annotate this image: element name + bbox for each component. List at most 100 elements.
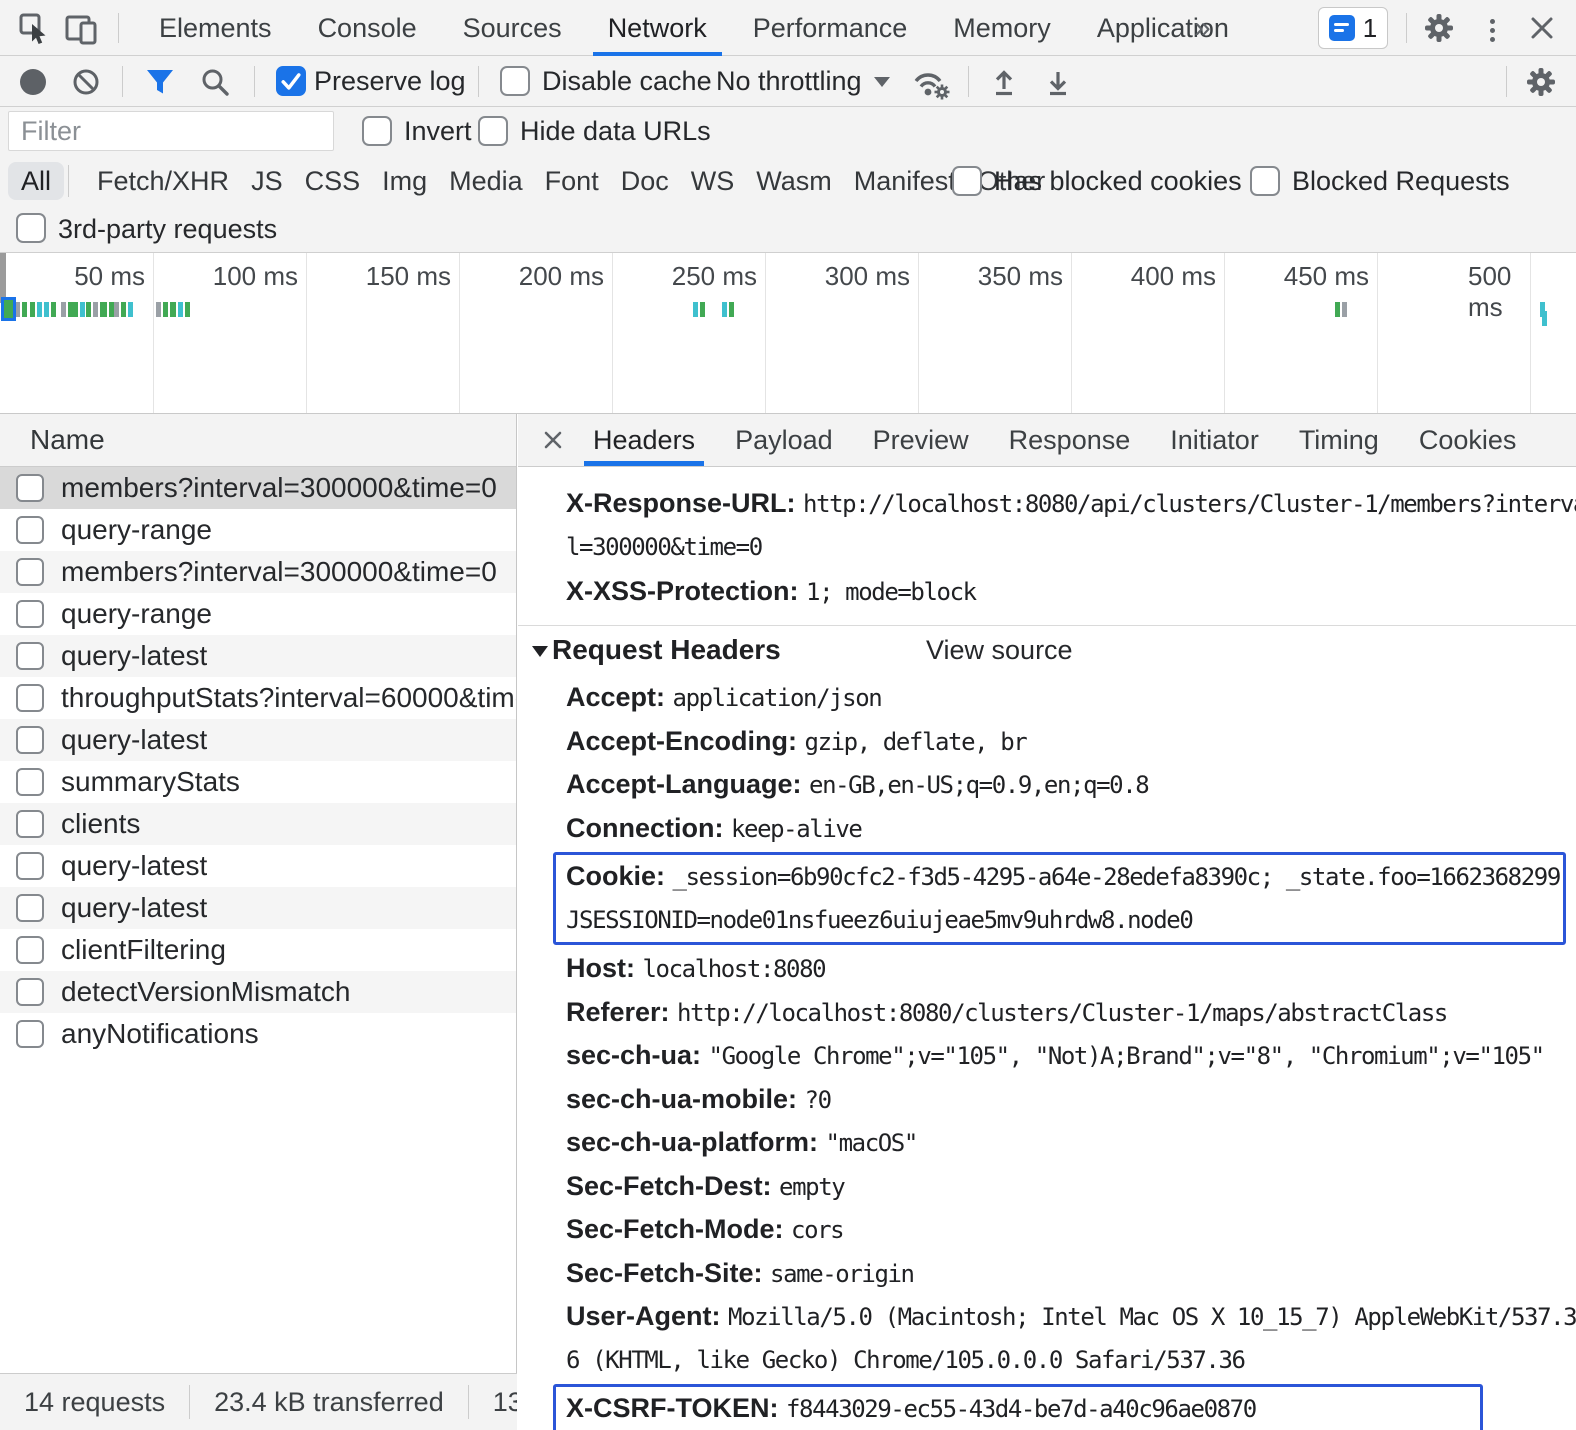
type-filter[interactable]: Fetch/XHR [86, 166, 240, 197]
table-row[interactable]: throughputStats?interval=60000&time=0 [0, 677, 516, 719]
timeline-handle[interactable] [0, 253, 6, 303]
column-header-name[interactable]: Name [0, 414, 516, 467]
third-party-checkbox[interactable] [16, 213, 46, 243]
detail-tab[interactable]: Timing [1286, 414, 1392, 466]
request-blip [102, 302, 107, 317]
clear-icon[interactable] [72, 68, 100, 96]
table-row[interactable]: clientFiltering [0, 929, 516, 971]
throttling-select[interactable]: No throttling [716, 56, 862, 107]
main-tab[interactable]: Elements [136, 0, 295, 56]
third-party-label: 3rd-party requests [58, 205, 277, 253]
table-row[interactable]: query-latest [0, 845, 516, 887]
type-filter[interactable]: Font [534, 166, 610, 197]
row-checkbox[interactable] [16, 810, 44, 838]
table-row[interactable]: query-latest [0, 719, 516, 761]
settings-icon[interactable] [1422, 11, 1456, 45]
table-row[interactable]: anyNotifications [0, 1013, 516, 1055]
detail-tab[interactable]: Headers [580, 414, 708, 466]
row-checkbox[interactable] [16, 558, 44, 586]
table-row[interactable]: query-latest [0, 635, 516, 677]
table-row[interactable]: query-range [0, 593, 516, 635]
main-tab[interactable]: Console [295, 0, 440, 56]
headers-content: X-Response-URL: http://localhost:8080/ap… [518, 467, 1576, 1430]
type-filter[interactable]: Wasm [745, 166, 843, 197]
filter-input[interactable] [8, 111, 334, 151]
row-checkbox[interactable] [16, 852, 44, 880]
main-tab[interactable]: Memory [930, 0, 1074, 56]
table-row[interactable]: clients [0, 803, 516, 845]
header-name: Accept-Language: [566, 769, 809, 799]
more-tabs-icon[interactable]: » [1180, 0, 1225, 56]
row-checkbox[interactable] [16, 516, 44, 544]
row-checkbox[interactable] [16, 600, 44, 628]
section-caret-icon[interactable] [532, 646, 548, 657]
has-blocked-cookies-checkbox[interactable] [952, 166, 982, 196]
disable-cache-checkbox[interactable] [500, 66, 530, 96]
header-line: Sec-Fetch-Site: same-origin [566, 1252, 1576, 1296]
header-line: sec-ch-ua-mobile: ?0 [566, 1078, 1576, 1122]
preserve-log-checkbox[interactable] [276, 66, 306, 96]
row-checkbox[interactable] [16, 936, 44, 964]
header-entry-highlighted: Cookie: _session=6b90cfc2-f3d5-4295-a64e… [553, 852, 1566, 945]
request-name: query-latest [61, 640, 207, 672]
row-checkbox[interactable] [16, 642, 44, 670]
row-checkbox[interactable] [16, 894, 44, 922]
detail-tab[interactable]: Cookies [1406, 414, 1530, 466]
detail-tab[interactable]: Response [996, 414, 1144, 466]
request-name: clientFiltering [61, 934, 226, 966]
search-icon[interactable] [200, 67, 230, 97]
row-checkbox[interactable] [16, 1020, 44, 1048]
row-checkbox[interactable] [16, 474, 44, 502]
import-har-icon[interactable] [988, 66, 1020, 98]
header-value: gzip, deflate, br [805, 728, 1027, 756]
type-filter[interactable]: CSS [294, 166, 372, 197]
divider [968, 66, 969, 97]
device-toolbar-icon[interactable] [64, 12, 100, 46]
detail-tab[interactable]: Payload [722, 414, 846, 466]
type-filter[interactable]: JS [240, 166, 294, 197]
kebab-menu-icon[interactable] [1490, 15, 1496, 46]
header-line: Accept: application/json [566, 676, 1576, 720]
type-filter[interactable]: Manifest [843, 166, 967, 197]
type-filter[interactable]: Img [371, 166, 438, 197]
table-row[interactable]: members?interval=300000&time=0 [0, 467, 516, 509]
network-settings-icon[interactable] [1524, 65, 1558, 99]
waterfall-overview[interactable]: 50 ms100 ms150 ms200 ms250 ms300 ms350 m… [0, 253, 1576, 414]
table-row[interactable]: detectVersionMismatch [0, 971, 516, 1013]
view-source-link[interactable]: View source [926, 635, 1073, 666]
record-icon[interactable] [20, 69, 46, 95]
table-row[interactable]: members?interval=300000&time=0 [0, 551, 516, 593]
chevron-down-icon[interactable] [874, 77, 890, 87]
invert-checkbox[interactable] [362, 116, 392, 146]
main-tab[interactable]: Application [1074, 0, 1252, 56]
request-headers-section[interactable]: Request Headers View source [518, 626, 1576, 674]
type-filter[interactable]: All [8, 166, 64, 197]
export-har-icon[interactable] [1042, 66, 1074, 98]
row-checkbox[interactable] [16, 726, 44, 754]
close-devtools-icon[interactable] [1528, 14, 1556, 42]
type-filter[interactable]: WS [680, 166, 746, 197]
row-checkbox[interactable] [16, 768, 44, 796]
close-detail-icon[interactable] [532, 414, 574, 466]
devtools-tab-bar: Elements Console Sources Network Perform… [0, 0, 1576, 56]
network-conditions-icon[interactable] [910, 65, 954, 101]
row-checkbox[interactable] [16, 978, 44, 1006]
blocked-requests-checkbox[interactable] [1250, 166, 1280, 196]
table-row[interactable]: query-range [0, 509, 516, 551]
detail-tab[interactable]: Preview [860, 414, 982, 466]
header-name: sec-ch-ua-platform: [566, 1127, 826, 1157]
hide-data-urls-checkbox[interactable] [478, 116, 508, 146]
main-tab[interactable]: Performance [730, 0, 931, 56]
type-filter[interactable]: Doc [610, 166, 680, 197]
timeline-gridline [1377, 253, 1378, 413]
type-filter[interactable]: Media [438, 166, 534, 197]
main-tab[interactable]: Sources [440, 0, 585, 56]
inspect-icon[interactable] [18, 12, 52, 46]
issues-badge[interactable]: 1 [1318, 7, 1388, 49]
table-row[interactable]: summaryStats [0, 761, 516, 803]
row-checkbox[interactable] [16, 684, 44, 712]
filter-funnel-icon[interactable] [144, 68, 176, 96]
table-row[interactable]: query-latest [0, 887, 516, 929]
main-tab[interactable]: Network [585, 0, 730, 56]
detail-tab[interactable]: Initiator [1157, 414, 1272, 466]
